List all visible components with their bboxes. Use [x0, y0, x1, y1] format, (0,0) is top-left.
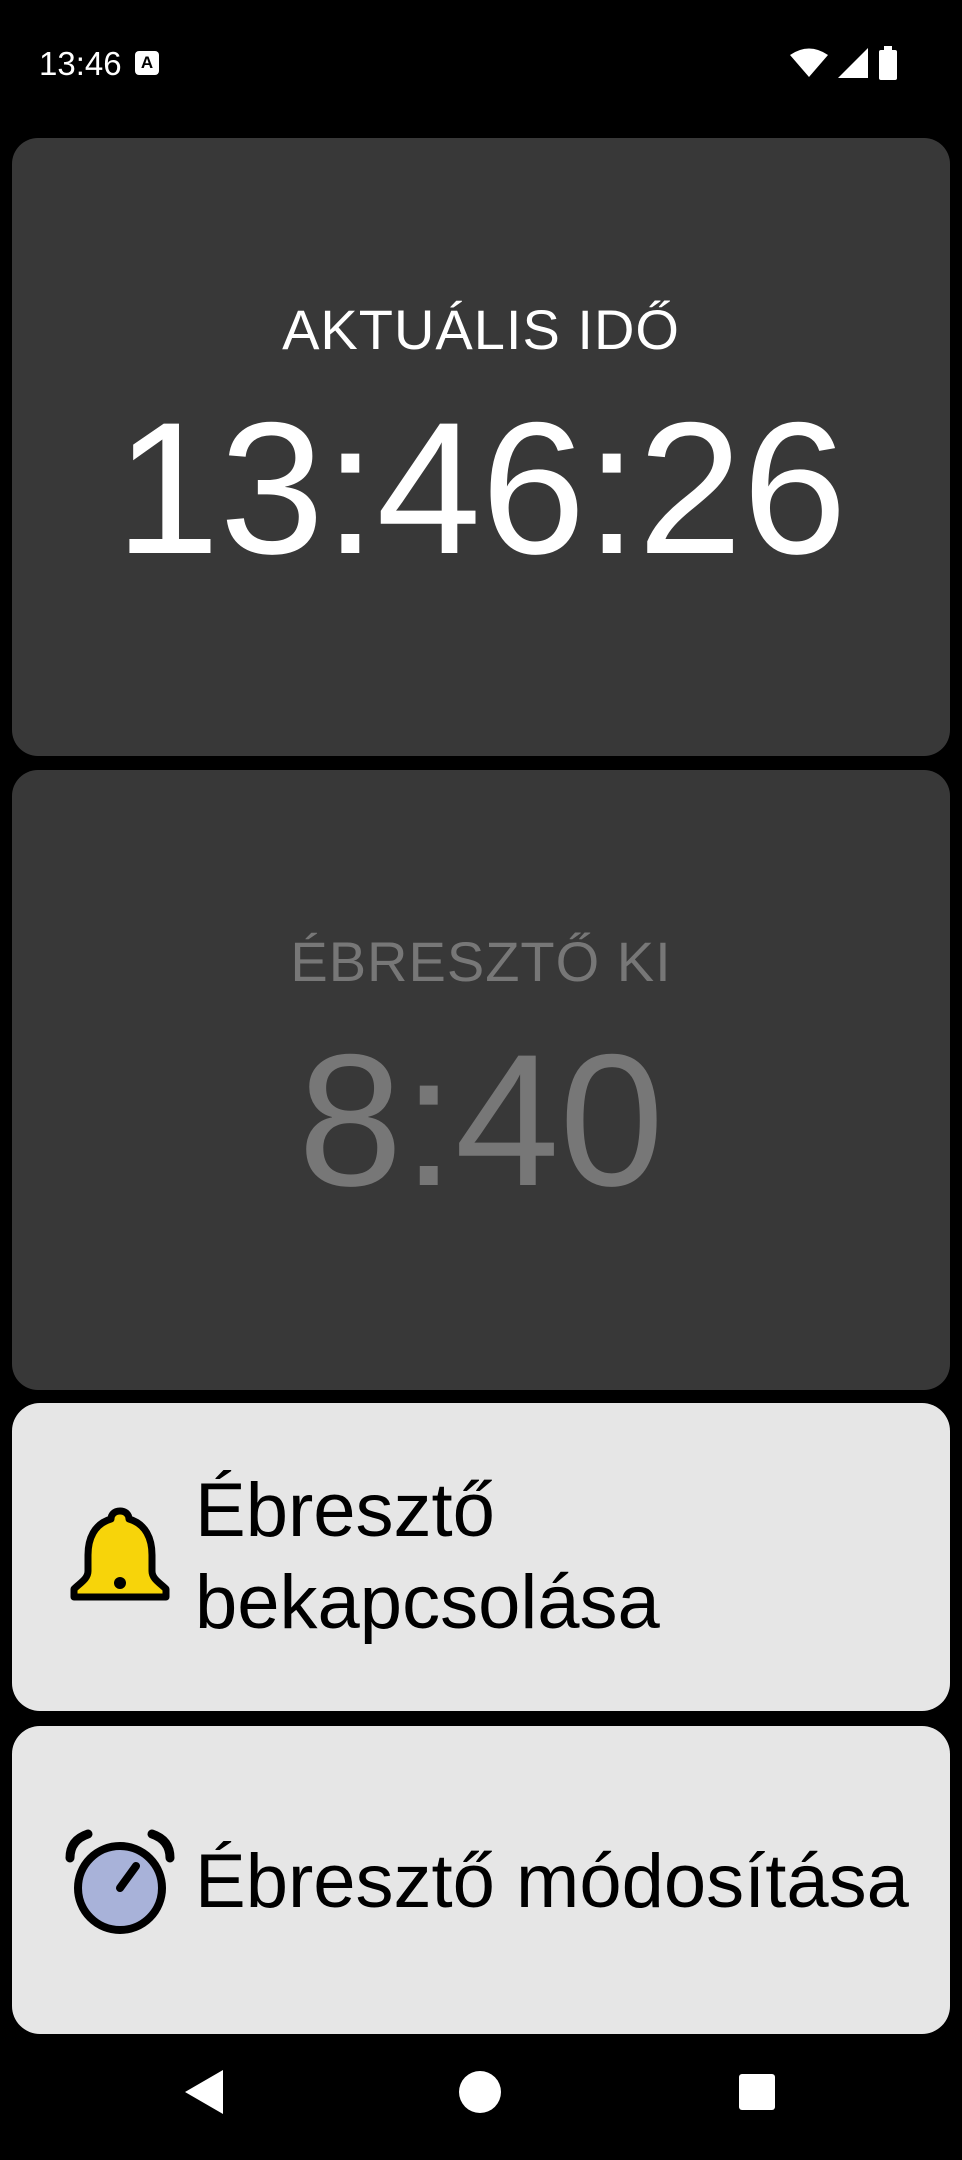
home-icon[interactable]	[450, 2062, 510, 2122]
back-icon[interactable]	[175, 2062, 235, 2122]
navigation-bar	[0, 2040, 962, 2160]
status-bar: 13:46 A	[0, 0, 962, 125]
a-icon: A	[135, 51, 159, 75]
alarm-status-label: ÉBRESZTŐ KI	[290, 930, 672, 993]
current-time-label: AKTUÁLIS IDŐ	[282, 298, 680, 361]
cellular-signal-icon	[838, 48, 868, 78]
bell-icon	[70, 1507, 170, 1601]
enable-alarm-button[interactable]: Ébresztő bekapcsolása	[12, 1403, 950, 1711]
edit-alarm-label: Ébresztő módosítása	[195, 1839, 909, 1924]
alarm-clock-icon	[65, 1829, 175, 1934]
status-icons	[790, 46, 898, 80]
alarm-panel: ÉBRESZTŐ KI 8:40	[12, 770, 950, 1390]
battery-icon	[879, 46, 897, 80]
current-time-value: 13:46:26	[115, 383, 847, 593]
wifi-icon	[790, 48, 828, 77]
edit-alarm-button[interactable]: Ébresztő módosítása	[12, 1726, 950, 2034]
recents-icon[interactable]	[727, 2062, 787, 2122]
current-time-panel: AKTUÁLIS IDŐ 13:46:26	[12, 138, 950, 756]
status-time: 13:46	[39, 45, 122, 82]
enable-alarm-label: Ébresztő bekapcsolása	[195, 1468, 660, 1645]
alarm-time-value: 8:40	[298, 1015, 664, 1225]
